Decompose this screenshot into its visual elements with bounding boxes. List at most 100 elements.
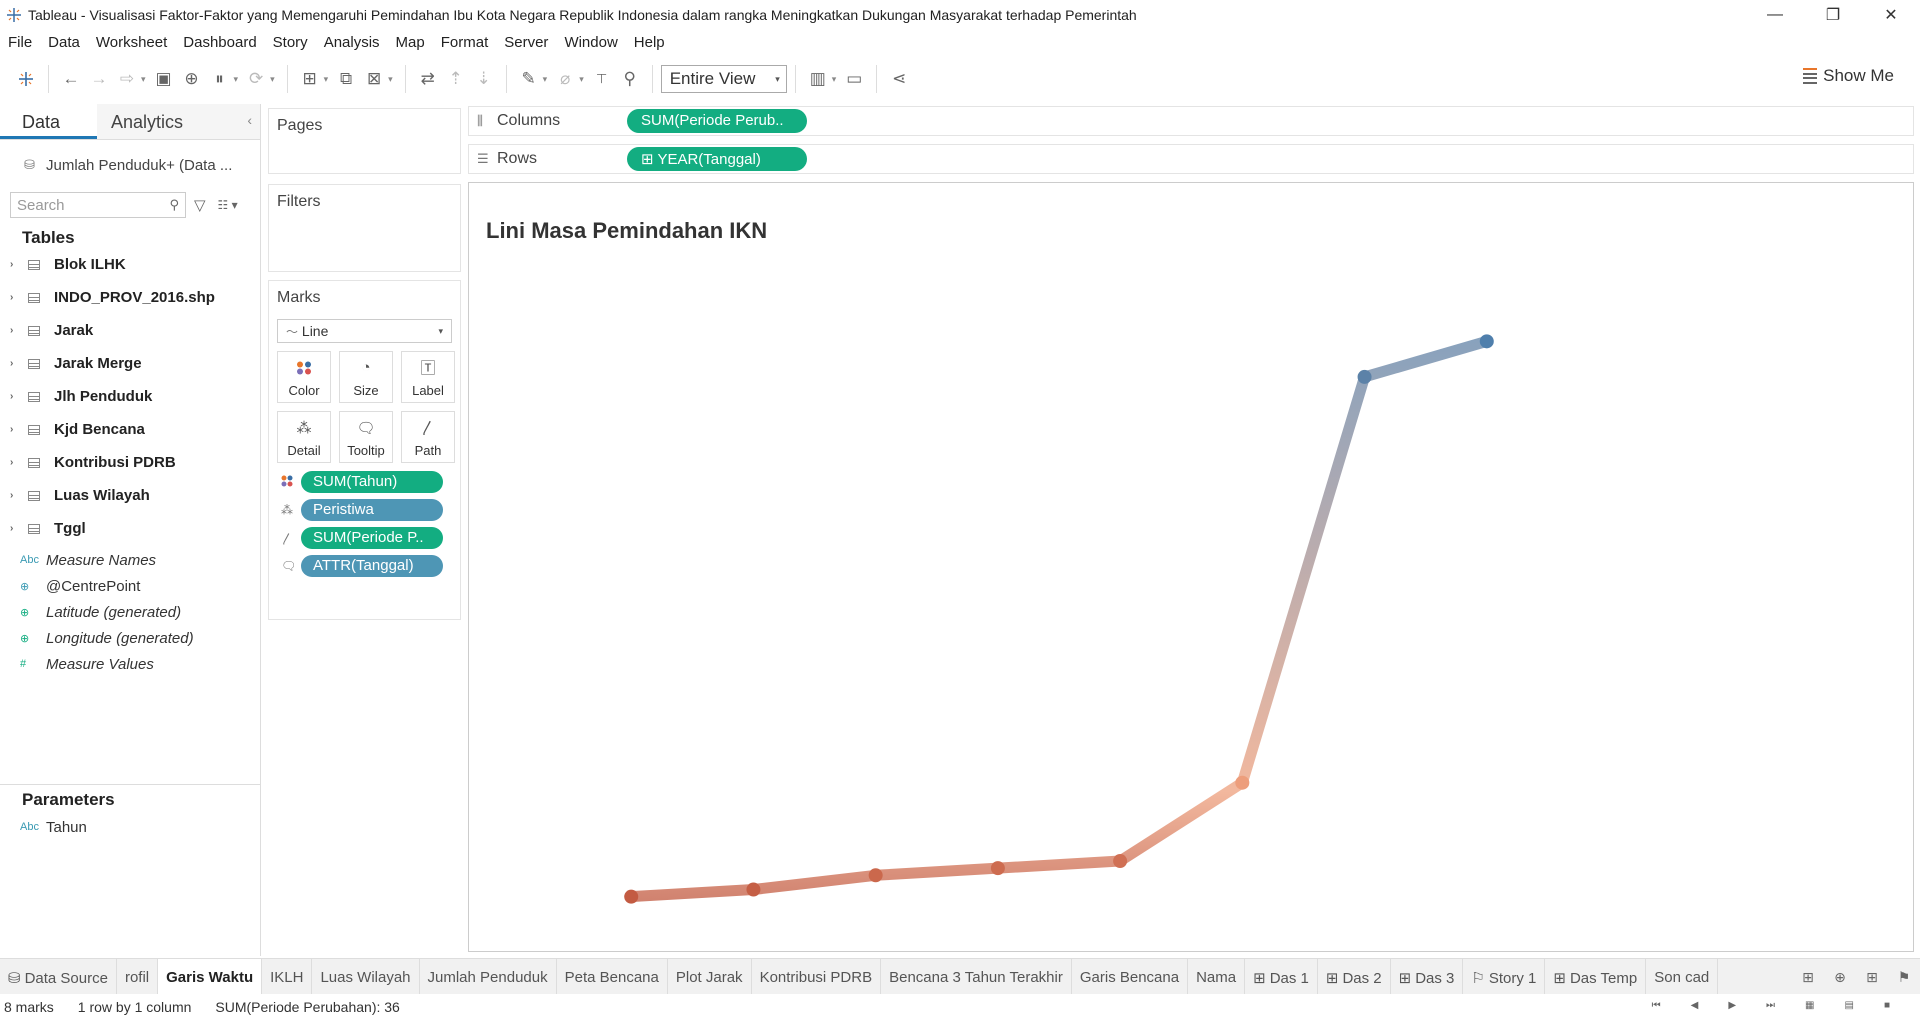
replay-icon[interactable]: ⇨ — [113, 65, 141, 93]
menu-help[interactable]: Help — [634, 34, 665, 51]
line-chart[interactable] — [469, 183, 1915, 953]
path-button[interactable]: 〳 Path — [401, 411, 455, 463]
minimize-button[interactable]: — — [1746, 0, 1804, 30]
sheet-tab[interactable]: ⊞ Das Temp — [1545, 959, 1647, 994]
highlight-caret-icon[interactable]: ▾ — [543, 74, 548, 85]
sheet-tab[interactable]: rofil — [117, 959, 159, 994]
sheet-tab[interactable]: Luas Wilayah — [312, 959, 420, 994]
table-item[interactable]: › Kontribusi PDRB — [0, 446, 260, 479]
field-measure-names[interactable]: Abc Measure Names — [0, 547, 260, 573]
parameter-tahun[interactable]: Abc Tahun — [0, 814, 261, 840]
field-centrepoint[interactable]: ⊕ @CentrePoint — [0, 573, 260, 599]
menu-map[interactable]: Map — [396, 34, 425, 51]
sheet-tab[interactable]: Peta Bencana — [557, 959, 668, 994]
table-item[interactable]: › Tggl — [0, 512, 260, 545]
table-item[interactable]: › Jarak Merge — [0, 347, 260, 380]
pill-peristiwa[interactable]: Peristiwa — [301, 499, 443, 521]
expand-icon[interactable]: › — [10, 259, 24, 270]
highlight-icon[interactable]: ✎ — [515, 65, 543, 93]
data-point[interactable] — [1235, 775, 1250, 790]
show-labels-icon[interactable]: ⊤ — [588, 65, 616, 93]
expand-icon[interactable]: › — [10, 325, 24, 336]
expand-icon[interactable]: › — [10, 424, 24, 435]
data-point[interactable] — [868, 868, 883, 883]
table-item[interactable]: › Luas Wilayah — [0, 479, 260, 512]
show-cards-caret-icon[interactable]: ▾ — [832, 74, 837, 85]
expand-icon[interactable]: › — [10, 457, 24, 468]
sheet-tab[interactable]: ⊞ Das 2 — [1318, 959, 1391, 994]
table-item[interactable]: › Jarak — [0, 314, 260, 347]
pill-sum-periode[interactable]: SUM(Periode P.. — [301, 527, 443, 549]
save-icon[interactable]: ▣ — [150, 65, 178, 93]
columns-shelf[interactable]: ⫼ Columns SUM(Periode Perub.. — [468, 106, 1914, 136]
sheet-tab[interactable]: Garis Waktu — [158, 959, 263, 994]
sheet-tab[interactable]: Plot Jarak — [668, 959, 752, 994]
first-sheet-icon[interactable]: ⏮ — [1652, 1000, 1661, 1011]
table-item[interactable]: › Jlh Penduduk — [0, 380, 260, 413]
tableau-home-icon[interactable] — [12, 65, 40, 93]
refresh-icon[interactable]: ⟳ — [242, 65, 270, 93]
tab-analytics[interactable]: Analytics — [97, 104, 260, 139]
sheet-tab[interactable]: ⛁ Data Source — [0, 959, 117, 994]
sheet-tab[interactable]: Son cad — [1646, 959, 1719, 994]
prev-sheet-icon[interactable]: ◀ — [1691, 1000, 1699, 1011]
table-item[interactable]: › Kjd Bencana — [0, 413, 260, 446]
size-button[interactable]: ◔ Size — [339, 351, 393, 403]
presentation-mode-icon[interactable]: ▭ — [840, 65, 868, 93]
new-worksheet-icon[interactable]: ⊞ — [296, 65, 324, 93]
menu-format[interactable]: Format — [441, 34, 489, 51]
expand-icon[interactable]: › — [10, 358, 24, 369]
expand-icon[interactable]: › — [10, 391, 24, 402]
group-members-icon[interactable]: ⌀ — [551, 65, 579, 93]
undo-icon[interactable]: ← — [57, 65, 85, 93]
menu-analysis[interactable]: Analysis — [324, 34, 380, 51]
view-options-icon[interactable]: ☷ ▾ — [218, 198, 238, 212]
data-point[interactable] — [624, 889, 639, 904]
data-point[interactable] — [1357, 369, 1372, 384]
field-measure-values[interactable]: # Measure Values — [0, 651, 260, 677]
menu-dashboard[interactable]: Dashboard — [183, 34, 256, 51]
mark-type-dropdown[interactable]: 〜 Line ▾ — [277, 319, 452, 343]
datasource-item[interactable]: ⛁ Jumlah Penduduk+ (Data ... — [0, 140, 260, 180]
menu-window[interactable]: Window — [564, 34, 617, 51]
new-datasource-icon[interactable]: ⊕ — [178, 65, 206, 93]
field-longitude[interactable]: ⊕ Longitude (generated) — [0, 625, 260, 651]
sheet-tab[interactable]: Bencana 3 Tahun Terakhir — [881, 959, 1072, 994]
pause-caret-icon[interactable]: ▾ — [234, 74, 239, 85]
sorter-view-icon[interactable]: ▦ — [1805, 1000, 1814, 1011]
menu-server[interactable]: Server — [504, 34, 548, 51]
share-icon[interactable]: ⋖ — [885, 65, 913, 93]
restore-button[interactable]: ❐ — [1804, 0, 1862, 30]
color-button[interactable]: Color — [277, 351, 331, 403]
redo-icon[interactable]: → — [85, 65, 113, 93]
menu-worksheet[interactable]: Worksheet — [96, 34, 167, 51]
data-point[interactable] — [990, 861, 1005, 876]
tooltip-button[interactable]: 🗨 Tooltip — [339, 411, 393, 463]
swap-rows-columns-icon[interactable]: ⇄ — [414, 65, 442, 93]
fit-dropdown[interactable]: Entire View ▾ — [660, 65, 787, 93]
duplicate-sheet-icon[interactable]: ⧉ — [332, 65, 360, 93]
pause-updates-icon[interactable]: ⏸ — [206, 65, 234, 93]
collapse-pane-icon[interactable]: ‹ — [247, 112, 252, 128]
data-point[interactable] — [1479, 334, 1494, 349]
menu-story[interactable]: Story — [273, 34, 308, 51]
rows-pill[interactable]: ⊞ YEAR(Tanggal) — [627, 147, 807, 171]
worksheet-view[interactable]: Lini Masa Pemindahan IKN — [468, 182, 1914, 952]
fix-axes-icon[interactable]: ⚲ — [616, 65, 644, 93]
table-item[interactable]: › Blok ILHK — [0, 248, 260, 281]
table-item[interactable]: › INDO_PROV_2016.shp — [0, 281, 260, 314]
expand-icon[interactable]: › — [10, 490, 24, 501]
label-button[interactable]: 🅃 Label — [401, 351, 455, 403]
tab-scroll-icon[interactable]: ⊞ — [1792, 969, 1824, 986]
data-point[interactable] — [1113, 854, 1128, 869]
pill-attr-tanggal[interactable]: ATTR(Tanggal) — [301, 555, 443, 577]
new-story-tab-icon[interactable]: ⚑ — [1888, 969, 1920, 986]
expand-icon[interactable]: › — [10, 292, 24, 303]
sheet-tab[interactable]: ⊞ Das 3 — [1391, 959, 1464, 994]
last-sheet-icon[interactable]: ⏭ — [1766, 1000, 1775, 1011]
pill-sum-tahun[interactable]: SUM(Tahun) — [301, 471, 443, 493]
clear-sheet-icon[interactable]: ⊠ — [360, 65, 388, 93]
replay-caret-icon[interactable]: ▾ — [141, 74, 146, 85]
refresh-caret-icon[interactable]: ▾ — [270, 74, 275, 85]
filters-shelf[interactable]: Filters — [268, 184, 461, 272]
